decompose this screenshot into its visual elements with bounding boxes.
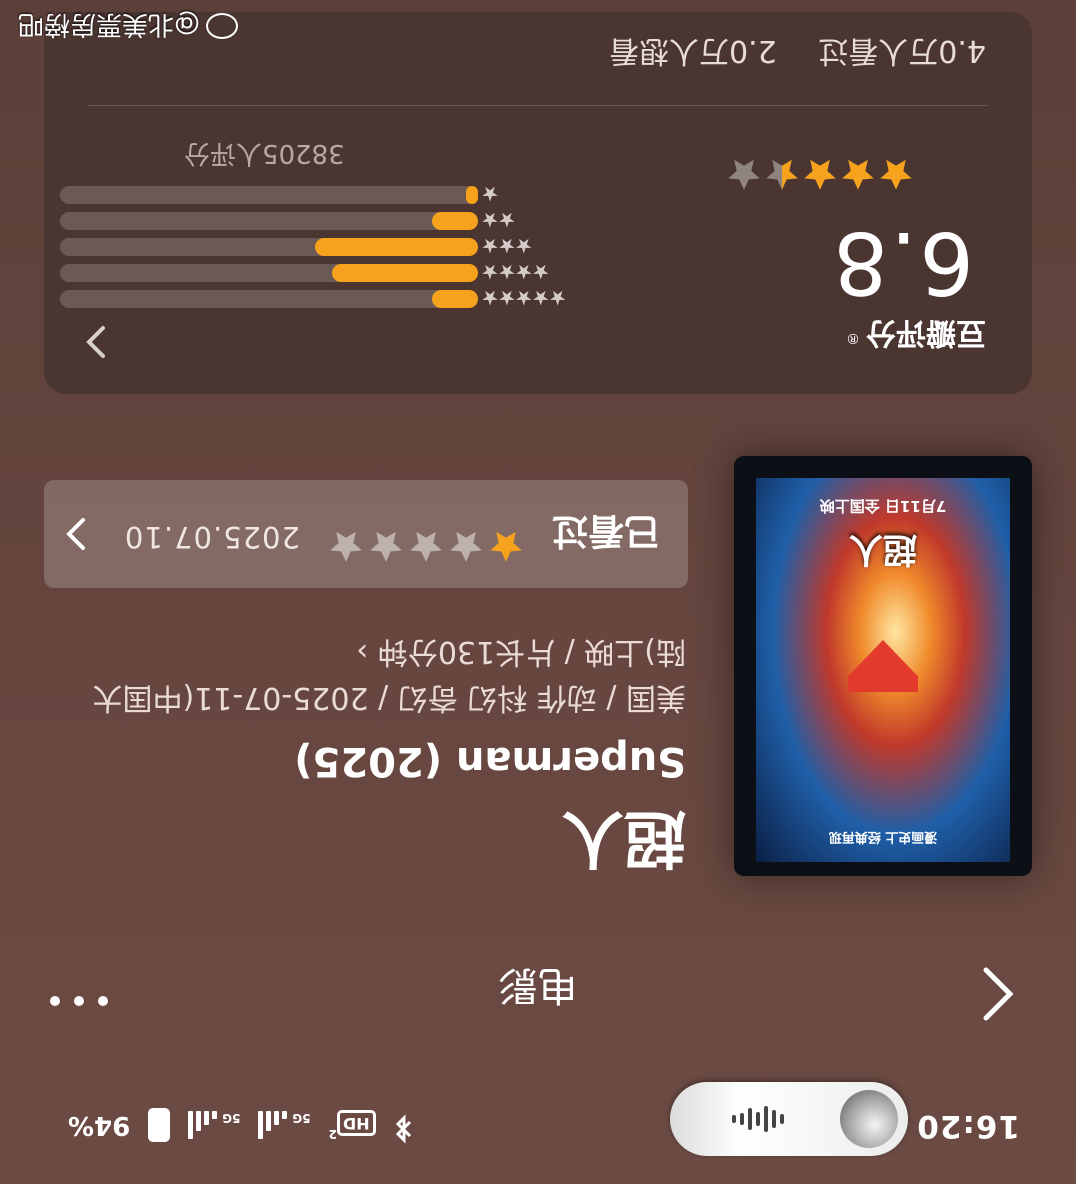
poster-title: 超人 [849,529,917,569]
battery-percent: 94% [68,1110,131,1141]
registered-mark: ® [846,330,860,346]
rating-bar-fill [432,212,478,230]
status-time: 16:20 [916,1108,1020,1144]
weibo-logo-icon [206,13,239,40]
status-icons: HD2 5G 5G 94% [68,1107,414,1144]
poster-date: 7月11日 全国上映 [819,497,947,515]
watermark: @北美票房榜吧 [18,8,239,45]
user-rating-stars [328,528,524,564]
rating-bar-track [60,238,478,256]
rating-source: 豆瓣评分® [846,315,986,350]
rating-bar-track [60,212,478,230]
avatar [840,1090,898,1148]
hd-icon: HD2 [329,1110,376,1141]
watched-label: 已看过 [551,510,660,551]
poster-image: 漫画史上 经典再现 超人 7月11日 全国上映 [756,478,1010,862]
star-icon [766,159,798,190]
rating-score: 6.8 [831,212,974,312]
douban-rating-card[interactable]: 豆瓣评分® 6.8 ★★★★★ ★★★★ ★★★ ★★ ★ 38205人评分 4.0万人… [44,12,1032,394]
poster-tagline: 漫画史上 经典再现 [828,829,938,844]
movie-hero: 漫画史上 经典再现 超人 7月11日 全国上映 超人 Superman (202… [0,456,1076,884]
star-icon [450,531,482,562]
rating-row-stars: ★★ [482,208,516,232]
more-dot-icon [98,996,108,1006]
watched-date: 2025.07.10 [123,520,300,554]
chevron-right-icon [84,322,108,362]
battery-icon [148,1108,171,1143]
rating-bar-fill [432,290,478,308]
rating-bar-track [60,264,478,282]
movie-original-title: Superman (2025) [294,738,686,784]
star-icon [370,531,402,562]
rating-bar-track [60,186,478,204]
star-icon [410,531,442,562]
more-dot-icon [50,996,60,1006]
status-bar: 16:20 HD2 5G 5G 94% [0,1074,1076,1184]
watched-status-bar[interactable]: 已看过 2025.07.10 [44,480,688,588]
movie-poster[interactable]: 漫画史上 经典再现 超人 7月11日 全国上映 [734,456,1032,876]
rating-row-stars: ★★★ [482,234,533,258]
star-icon [728,159,760,190]
superman-emblem-icon [848,640,918,692]
rating-bar-fill [331,264,478,282]
rating-row-stars: ★ [482,182,499,206]
signal-5g-2-icon: 5G [188,1111,240,1140]
now-playing-pill[interactable] [670,1082,908,1156]
bluetooth-icon [394,1107,414,1144]
movie-info: 超人 Superman (2025) 美国 / 动作 科幻 奇幻 / 2025-… [46,628,686,876]
star-icon [842,159,874,190]
movie-meta-text: 美国 / 动作 科幻 奇幻 / 2025-07-11(中国大陆)上映 / 片长1… [92,634,686,715]
rating-bar-fill [314,238,478,256]
audio-wave-icon [728,1106,784,1132]
nav-bar: 电影 [0,954,1076,1034]
chevron-right-icon [64,514,88,554]
rating-stats: 4.0万人看过 2.0万人想看 [609,32,986,76]
more-dot-icon [74,996,84,1006]
want-count: 2.0万人想看 [609,33,777,68]
seen-count: 4.0万人看过 [818,33,986,68]
rating-bar-fill [466,186,478,204]
more-button[interactable] [50,996,108,1006]
movie-meta[interactable]: 美国 / 动作 科幻 奇幻 / 2025-07-11(中国大陆)上映 / 片长1… [66,628,686,720]
star-icon [880,159,912,190]
signal-5g-icon: 5G [258,1111,311,1140]
star-icon [330,531,362,562]
rating-count: 38205人评分 [184,138,345,168]
movie-title: 超人 [561,802,686,875]
watermark-text: @北美票房榜吧 [18,9,201,39]
divider [88,105,988,106]
page: 16:20 HD2 5G 5G 94% 电影 漫画史上 经典再现 超人 7月11… [0,0,1076,1184]
rating-stars [726,156,914,192]
rating-row-stars: ★★★★ [482,260,550,284]
chevron-right-icon: › [356,634,369,669]
star-icon [804,159,836,190]
star-icon [490,531,522,562]
page-title: 电影 [498,962,578,1008]
rating-bar-track [60,290,478,308]
rating-row-stars: ★★★★★ [482,286,567,310]
